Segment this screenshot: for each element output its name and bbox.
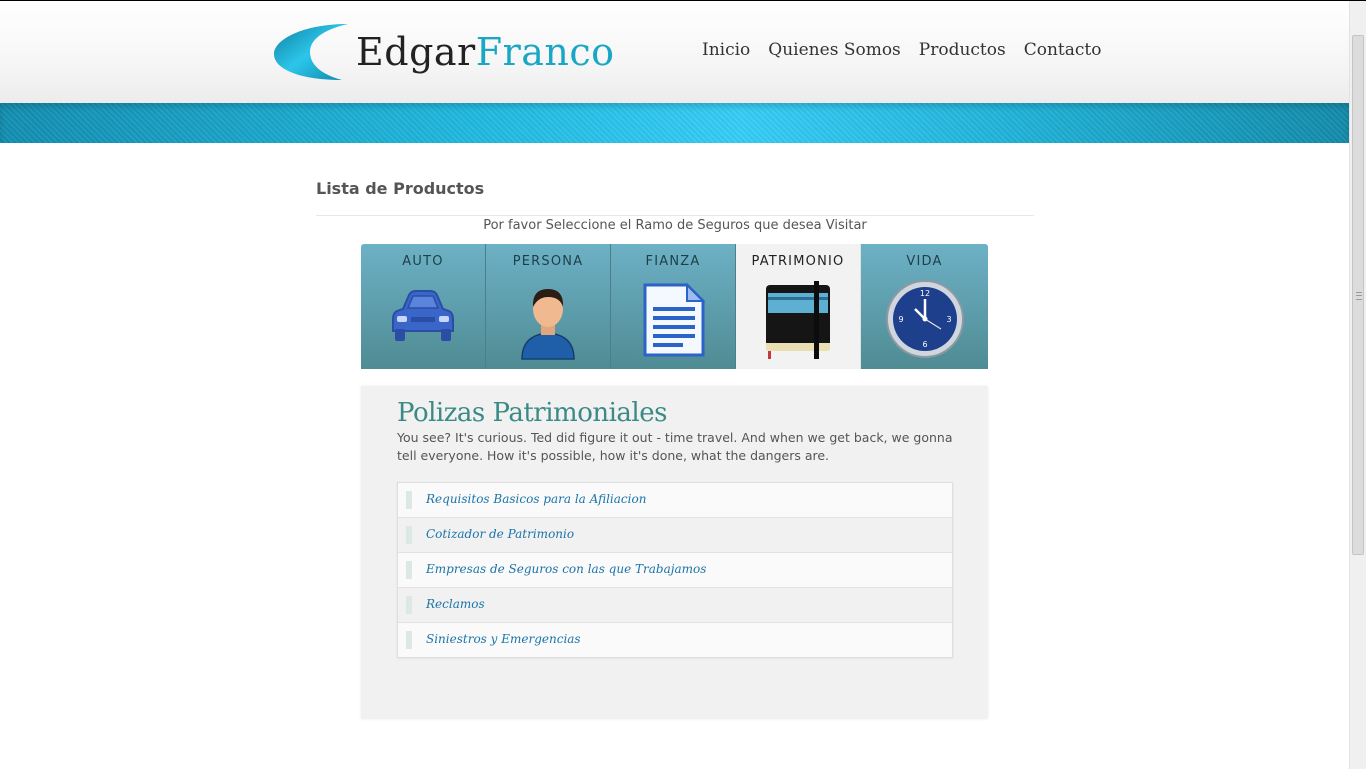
list-marker: [406, 526, 412, 544]
clock-icon: 12 3 6 9: [885, 280, 964, 358]
page-title: Lista de Productos: [316, 179, 485, 198]
link-cotizador[interactable]: Cotizador de Patrimonio: [426, 527, 574, 541]
svg-text:6: 6: [922, 340, 927, 349]
site-logo[interactable]: EdgarFranco: [272, 21, 615, 83]
link-siniestros[interactable]: Siniestros y Emergencias: [426, 632, 581, 646]
nav-quienes-somos[interactable]: Quienes Somos: [768, 40, 900, 60]
vertical-scrollbar[interactable]: [1349, 1, 1366, 769]
svg-text:12: 12: [919, 289, 929, 298]
nav-contacto[interactable]: Contacto: [1024, 40, 1102, 60]
person-icon: [521, 289, 575, 360]
panel-description: You see? It's curious. Ted did figure it…: [397, 430, 953, 463]
tab-label: PATRIMONIO: [751, 254, 845, 269]
nav-productos[interactable]: Productos: [919, 40, 1006, 60]
tab-label: AUTO: [402, 254, 444, 269]
link-empresas[interactable]: Empresas de Seguros con las que Trabajam…: [426, 562, 706, 576]
scrollbar-thumb[interactable]: [1352, 35, 1364, 555]
tab-vida[interactable]: VIDA 12 3 6 9: [861, 244, 988, 369]
document-icon: [643, 282, 706, 357]
svg-text:9: 9: [898, 315, 903, 324]
tab-label: PERSONA: [512, 254, 584, 269]
tab-fianza[interactable]: FIANZA: [611, 244, 736, 369]
svg-text:3: 3: [946, 315, 951, 324]
title-divider: [316, 215, 1034, 216]
notebook-icon: [766, 281, 830, 359]
scroll-grip-icon: [1356, 292, 1362, 300]
logo-second: Franco: [475, 30, 615, 74]
tab-label: VIDA: [906, 254, 943, 269]
list-marker: [406, 491, 412, 509]
header-band: [0, 103, 1349, 143]
list-marker: [406, 631, 412, 649]
tab-persona[interactable]: PERSONA: [486, 244, 611, 369]
list-item[interactable]: Cotizador de Patrimonio: [398, 518, 952, 553]
site-header: EdgarFranco Inicio Quienes Somos Product…: [0, 1, 1349, 104]
tab-label: FIANZA: [645, 254, 701, 269]
link-list: Requisitos Basicos para la Afiliacion Co…: [397, 482, 953, 658]
main-nav: Inicio Quienes Somos Productos Contacto: [702, 40, 1101, 60]
list-item[interactable]: Requisitos Basicos para la Afiliacion: [398, 483, 952, 518]
list-marker: [406, 561, 412, 579]
tab-auto[interactable]: AUTO: [361, 244, 486, 369]
product-panel: Polizas Patrimoniales You see? It's curi…: [361, 386, 988, 719]
nav-inicio[interactable]: Inicio: [702, 40, 750, 60]
list-item[interactable]: Siniestros y Emergencias: [398, 623, 952, 657]
car-icon: [392, 290, 454, 341]
link-reclamos[interactable]: Reclamos: [426, 597, 485, 611]
tab-patrimonio[interactable]: PATRIMONIO: [736, 244, 861, 369]
page-instruction: Por favor Seleccione el Ramo de Seguros …: [483, 218, 867, 233]
list-item[interactable]: Empresas de Seguros con las que Trabajam…: [398, 553, 952, 588]
logo-text: EdgarFranco: [356, 33, 615, 71]
link-requisitos[interactable]: Requisitos Basicos para la Afiliacion: [426, 492, 646, 506]
product-tabs: AUTO PERSONA FIANZA PATRIMONIO VIDA 12 3…: [361, 244, 988, 369]
list-item[interactable]: Reclamos: [398, 588, 952, 623]
panel-title: Polizas Patrimoniales: [397, 398, 667, 428]
list-marker: [406, 596, 412, 614]
logo-swoosh-icon: [274, 24, 348, 80]
logo-first: Edgar: [356, 30, 476, 74]
